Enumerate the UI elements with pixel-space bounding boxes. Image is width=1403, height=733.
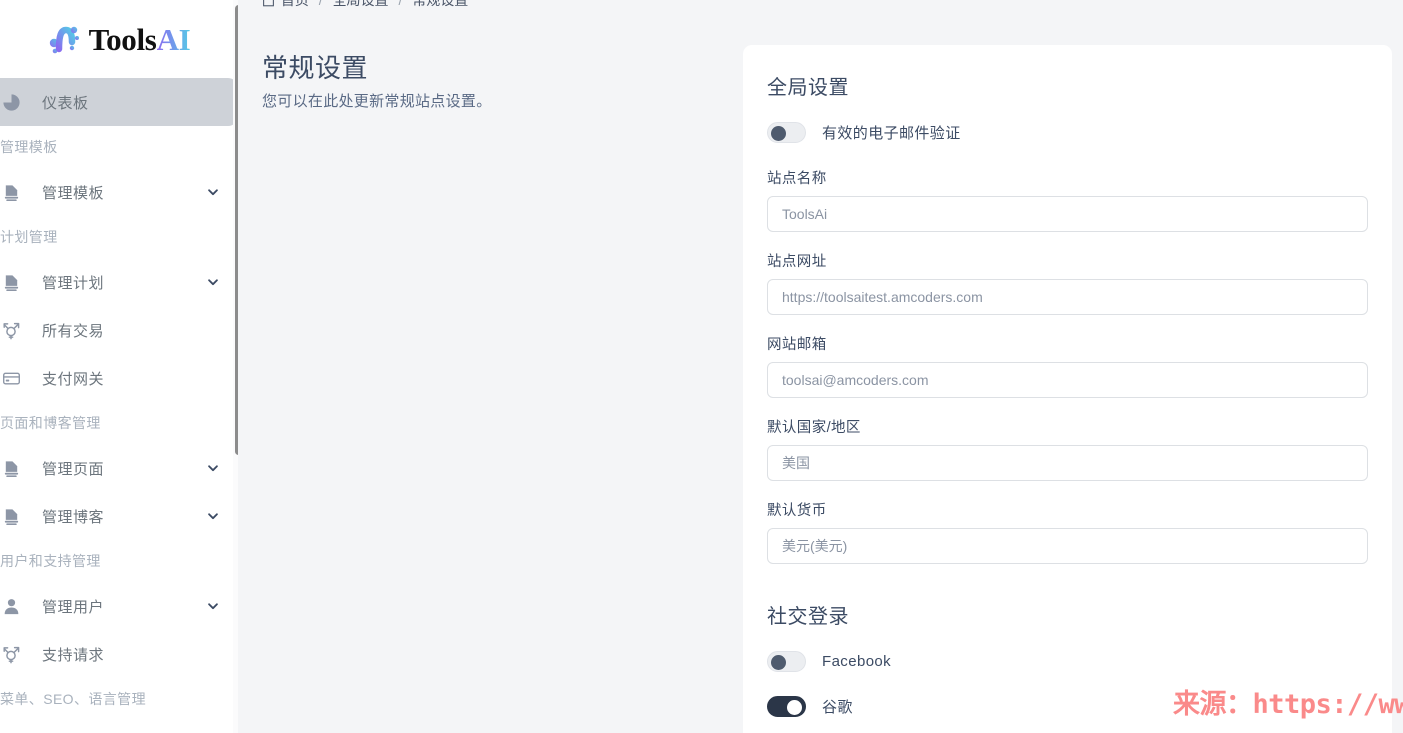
email-verification-label: 有效的电子邮件验证 — [822, 125, 961, 142]
sidebar-heading: 菜单、SEO、语言管理 — [0, 691, 146, 707]
sidebar-item-label: 管理模板 — [42, 184, 105, 202]
sidebar-item-所有交易[interactable]: 所有交易 — [0, 306, 238, 354]
sidebar-item-支持请求[interactable]: 支持请求 — [0, 630, 238, 678]
sidebar-item-label: 支付网关 — [42, 370, 105, 388]
sidebar-nav: 仪表板 管理模板 管理模板 计划管理 管理计划 所有交易 支付网关 页面和博客管理 管理页面 管理… — [0, 78, 238, 720]
pie-chart-icon — [0, 91, 22, 113]
sidebar-heading: 用户和支持管理 — [0, 553, 101, 569]
sidebar-item-label: 管理计划 — [42, 274, 105, 292]
sidebar-item-支付网关[interactable]: 支付网关 — [0, 354, 238, 402]
sidebar-item-label: 管理博客 — [42, 508, 105, 526]
social-toggle-label: 谷歌 — [822, 699, 853, 716]
home-icon — [262, 0, 275, 10]
main-content: 首页 / 全局设置 / 常规设置 常规设置 您可以在此处更新常规站点设置。 全局… — [248, 0, 1403, 733]
sidebar-item-label: 管理页面 — [42, 460, 105, 478]
field-group: 站点名称 — [767, 167, 1368, 232]
chevron-down-icon — [208, 465, 218, 472]
breadcrumb: 首页 / 全局设置 / 常规设置 — [262, 0, 468, 10]
global-settings-card: 全局设置 有效的电子邮件验证 站点名称站点网址网站邮箱默认国家/地区默认货币 社… — [743, 45, 1392, 733]
file-icon — [0, 505, 22, 527]
settings-fields: 站点名称站点网址网站邮箱默认国家/地区默认货币 — [767, 167, 1368, 564]
field-label: 站点网址 — [767, 254, 827, 270]
sidebar-item-label: 支持请求 — [42, 646, 105, 664]
default-country-input[interactable] — [767, 445, 1368, 481]
file-icon — [0, 271, 22, 293]
sidebar-item-label: 所有交易 — [42, 322, 105, 340]
field-group: 默认货币 — [767, 499, 1368, 564]
toolsai-logo-icon — [49, 26, 79, 54]
field-group: 网站邮箱 — [767, 333, 1368, 398]
user-icon — [0, 595, 22, 617]
sidebar-item-管理计划[interactable]: 管理计划 — [0, 258, 238, 306]
chevron-down-icon — [208, 513, 218, 520]
file-icon — [0, 457, 22, 479]
email-verification-toggle-row[interactable]: 有效的电子邮件验证 — [767, 122, 1368, 143]
logo-text-accent: AI — [156, 21, 191, 57]
social-toggle-facebook[interactable] — [767, 651, 806, 672]
breadcrumb-separator-1: / — [318, 0, 323, 8]
breadcrumb-global-settings[interactable]: 全局设置 — [333, 0, 389, 8]
sidebar-item-管理用户[interactable]: 管理用户 — [0, 582, 238, 630]
field-label: 默认货币 — [767, 503, 827, 519]
field-group: 默认国家/地区 — [767, 416, 1368, 481]
default-currency-input[interactable] — [767, 528, 1368, 564]
chevron-down-icon — [208, 603, 218, 610]
toggle-knob — [787, 699, 802, 715]
page-root: ToolsAI 仪表板 管理模板 管理模板 计划管理 管理计划 所有交易 支付网关 页面和博客… — [0, 0, 1403, 733]
credit-card-icon — [0, 367, 22, 389]
transgender-icon — [0, 319, 22, 341]
email-verification-toggle[interactable] — [767, 122, 806, 143]
sidebar-scrollbar-thumb[interactable] — [235, 5, 238, 455]
site-name-input[interactable] — [767, 196, 1368, 232]
social-toggle-label: Facebook — [822, 653, 892, 670]
sidebar: ToolsAI 仪表板 管理模板 管理模板 计划管理 管理计划 所有交易 支付网关 页面和博客… — [0, 0, 238, 733]
breadcrumb-current: 常规设置 — [412, 0, 469, 8]
field-label: 默认国家/地区 — [767, 420, 861, 436]
sidebar-heading: 管理模板 — [0, 139, 58, 155]
file-icon — [0, 181, 22, 203]
transgender-icon — [0, 643, 22, 665]
toggle-knob — [771, 654, 786, 670]
sidebar-item-label: 仪表板 — [42, 94, 89, 112]
field-label: 网站邮箱 — [767, 337, 827, 353]
site-email-input[interactable] — [767, 362, 1368, 398]
chevron-down-icon — [208, 189, 218, 196]
field-group: 站点网址 — [767, 250, 1368, 315]
field-label: 站点名称 — [767, 171, 827, 187]
social-toggle-row[interactable]: 谷歌 — [767, 696, 1368, 717]
sidebar-item-管理页面[interactable]: 管理页面 — [0, 444, 238, 492]
sidebar-item-仪表板[interactable]: 仪表板 — [0, 78, 238, 126]
sidebar-item-管理博客[interactable]: 管理博客 — [0, 492, 238, 540]
social-toggle-谷歌[interactable] — [767, 696, 806, 717]
sidebar-heading: 计划管理 — [0, 229, 58, 245]
sidebar-scroll-content: ToolsAI 仪表板 管理模板 管理模板 计划管理 管理计划 所有交易 支付网关 页面和博客… — [0, 0, 238, 733]
sidebar-item-label: 管理用户 — [42, 598, 105, 616]
page-title: 常规设置 — [262, 53, 369, 83]
site-url-input[interactable] — [767, 279, 1368, 315]
page-subtitle: 您可以在此处更新常规站点设置。 — [262, 93, 492, 110]
social-login-toggles: Facebook 谷歌 — [767, 651, 1368, 717]
logo-text-primary: Tools — [88, 21, 157, 57]
breadcrumb-separator-2: / — [398, 0, 403, 8]
chevron-down-icon — [208, 279, 218, 286]
sidebar-heading: 页面和博客管理 — [0, 415, 101, 431]
toggle-knob — [771, 125, 786, 141]
card-title: 全局设置 — [767, 77, 849, 99]
app-logo[interactable]: ToolsAI — [0, 0, 238, 78]
breadcrumb-home[interactable]: 首页 — [281, 0, 309, 8]
social-toggle-row[interactable]: Facebook — [767, 651, 1368, 672]
sidebar-item-管理模板[interactable]: 管理模板 — [0, 168, 238, 216]
social-login-title: 社交登录 — [767, 606, 849, 628]
